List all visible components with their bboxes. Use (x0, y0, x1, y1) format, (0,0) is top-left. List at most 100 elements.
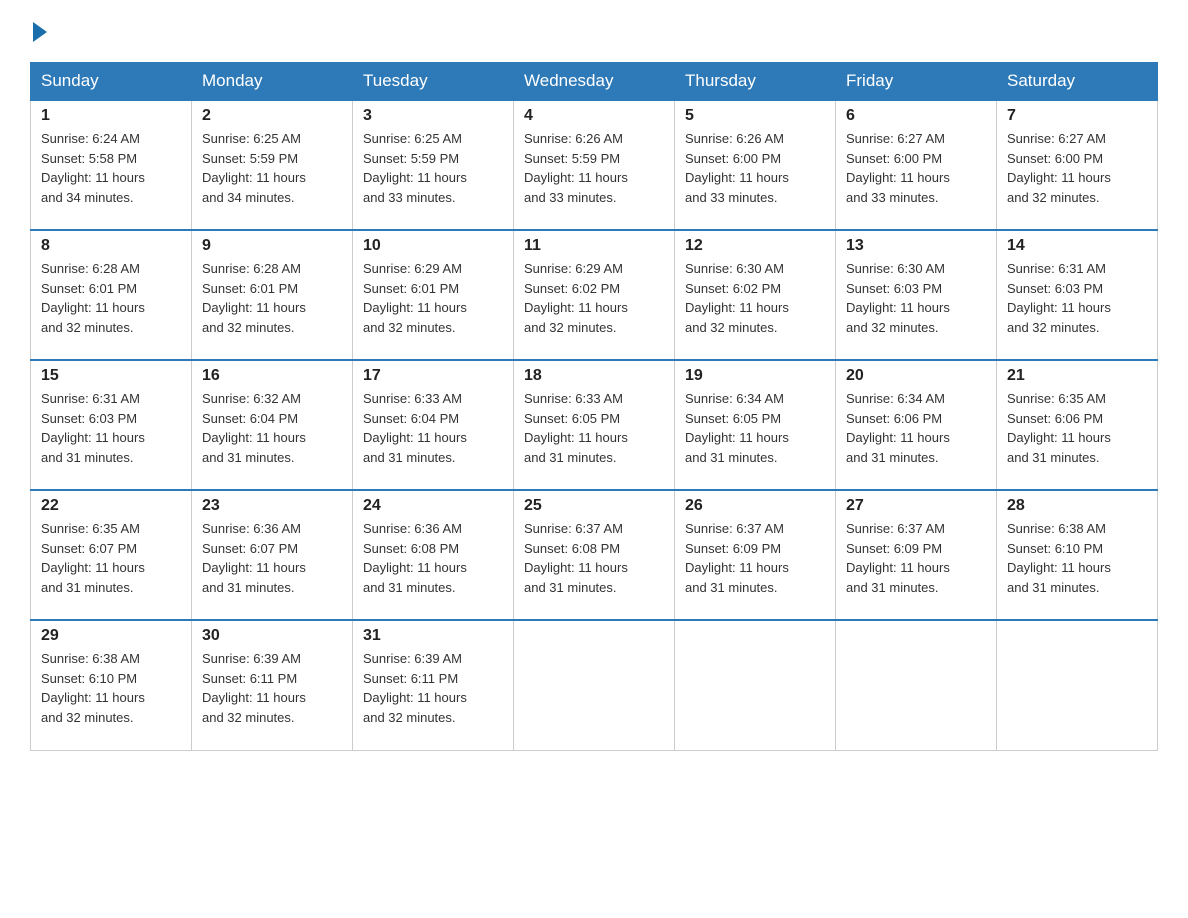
header-tuesday: Tuesday (353, 63, 514, 101)
day-info: Sunrise: 6:39 AM Sunset: 6:11 PM Dayligh… (202, 649, 342, 727)
calendar-cell: 11 Sunrise: 6:29 AM Sunset: 6:02 PM Dayl… (514, 230, 675, 360)
day-info: Sunrise: 6:37 AM Sunset: 6:09 PM Dayligh… (685, 519, 825, 597)
calendar-cell: 23 Sunrise: 6:36 AM Sunset: 6:07 PM Dayl… (192, 490, 353, 620)
week-row-1: 1 Sunrise: 6:24 AM Sunset: 5:58 PM Dayli… (31, 100, 1158, 230)
day-number: 19 (685, 367, 825, 385)
day-info: Sunrise: 6:25 AM Sunset: 5:59 PM Dayligh… (363, 129, 503, 207)
calendar-cell: 17 Sunrise: 6:33 AM Sunset: 6:04 PM Dayl… (353, 360, 514, 490)
calendar-cell: 3 Sunrise: 6:25 AM Sunset: 5:59 PM Dayli… (353, 100, 514, 230)
day-number: 22 (41, 497, 181, 515)
week-row-2: 8 Sunrise: 6:28 AM Sunset: 6:01 PM Dayli… (31, 230, 1158, 360)
day-info: Sunrise: 6:30 AM Sunset: 6:02 PM Dayligh… (685, 259, 825, 337)
day-info: Sunrise: 6:39 AM Sunset: 6:11 PM Dayligh… (363, 649, 503, 727)
day-number: 2 (202, 107, 342, 125)
day-info: Sunrise: 6:30 AM Sunset: 6:03 PM Dayligh… (846, 259, 986, 337)
calendar-cell: 9 Sunrise: 6:28 AM Sunset: 6:01 PM Dayli… (192, 230, 353, 360)
calendar-cell: 1 Sunrise: 6:24 AM Sunset: 5:58 PM Dayli… (31, 100, 192, 230)
calendar-body: 1 Sunrise: 6:24 AM Sunset: 5:58 PM Dayli… (31, 100, 1158, 750)
calendar-cell: 24 Sunrise: 6:36 AM Sunset: 6:08 PM Dayl… (353, 490, 514, 620)
day-number: 1 (41, 107, 181, 125)
day-info: Sunrise: 6:35 AM Sunset: 6:06 PM Dayligh… (1007, 389, 1147, 467)
day-info: Sunrise: 6:38 AM Sunset: 6:10 PM Dayligh… (41, 649, 181, 727)
calendar-cell: 26 Sunrise: 6:37 AM Sunset: 6:09 PM Dayl… (675, 490, 836, 620)
day-number: 10 (363, 237, 503, 255)
logo (30, 20, 49, 44)
calendar-header: SundayMondayTuesdayWednesdayThursdayFrid… (31, 63, 1158, 101)
header-monday: Monday (192, 63, 353, 101)
calendar-cell: 16 Sunrise: 6:32 AM Sunset: 6:04 PM Dayl… (192, 360, 353, 490)
calendar-cell: 10 Sunrise: 6:29 AM Sunset: 6:01 PM Dayl… (353, 230, 514, 360)
calendar-cell (997, 620, 1158, 750)
day-number: 27 (846, 497, 986, 515)
day-number: 30 (202, 627, 342, 645)
day-info: Sunrise: 6:26 AM Sunset: 5:59 PM Dayligh… (524, 129, 664, 207)
header-row: SundayMondayTuesdayWednesdayThursdayFrid… (31, 63, 1158, 101)
header-saturday: Saturday (997, 63, 1158, 101)
calendar-cell: 5 Sunrise: 6:26 AM Sunset: 6:00 PM Dayli… (675, 100, 836, 230)
day-info: Sunrise: 6:37 AM Sunset: 6:09 PM Dayligh… (846, 519, 986, 597)
day-info: Sunrise: 6:29 AM Sunset: 6:01 PM Dayligh… (363, 259, 503, 337)
header-sunday: Sunday (31, 63, 192, 101)
day-number: 29 (41, 627, 181, 645)
calendar-cell: 12 Sunrise: 6:30 AM Sunset: 6:02 PM Dayl… (675, 230, 836, 360)
calendar-table: SundayMondayTuesdayWednesdayThursdayFrid… (30, 62, 1158, 751)
day-info: Sunrise: 6:34 AM Sunset: 6:05 PM Dayligh… (685, 389, 825, 467)
day-number: 24 (363, 497, 503, 515)
calendar-cell: 15 Sunrise: 6:31 AM Sunset: 6:03 PM Dayl… (31, 360, 192, 490)
calendar-cell: 19 Sunrise: 6:34 AM Sunset: 6:05 PM Dayl… (675, 360, 836, 490)
day-info: Sunrise: 6:36 AM Sunset: 6:07 PM Dayligh… (202, 519, 342, 597)
calendar-cell: 13 Sunrise: 6:30 AM Sunset: 6:03 PM Dayl… (836, 230, 997, 360)
header-wednesday: Wednesday (514, 63, 675, 101)
day-info: Sunrise: 6:27 AM Sunset: 6:00 PM Dayligh… (1007, 129, 1147, 207)
day-number: 23 (202, 497, 342, 515)
week-row-3: 15 Sunrise: 6:31 AM Sunset: 6:03 PM Dayl… (31, 360, 1158, 490)
calendar-cell: 25 Sunrise: 6:37 AM Sunset: 6:08 PM Dayl… (514, 490, 675, 620)
calendar-cell (675, 620, 836, 750)
calendar-cell: 30 Sunrise: 6:39 AM Sunset: 6:11 PM Dayl… (192, 620, 353, 750)
day-number: 25 (524, 497, 664, 515)
calendar-cell (836, 620, 997, 750)
day-number: 18 (524, 367, 664, 385)
day-info: Sunrise: 6:31 AM Sunset: 6:03 PM Dayligh… (1007, 259, 1147, 337)
day-number: 16 (202, 367, 342, 385)
calendar-cell: 6 Sunrise: 6:27 AM Sunset: 6:00 PM Dayli… (836, 100, 997, 230)
logo-arrow-icon (33, 22, 47, 42)
calendar-cell: 20 Sunrise: 6:34 AM Sunset: 6:06 PM Dayl… (836, 360, 997, 490)
calendar-cell: 27 Sunrise: 6:37 AM Sunset: 6:09 PM Dayl… (836, 490, 997, 620)
day-number: 12 (685, 237, 825, 255)
page-header (30, 20, 1158, 44)
calendar-cell (514, 620, 675, 750)
calendar-cell: 14 Sunrise: 6:31 AM Sunset: 6:03 PM Dayl… (997, 230, 1158, 360)
day-info: Sunrise: 6:35 AM Sunset: 6:07 PM Dayligh… (41, 519, 181, 597)
day-number: 26 (685, 497, 825, 515)
day-info: Sunrise: 6:38 AM Sunset: 6:10 PM Dayligh… (1007, 519, 1147, 597)
day-info: Sunrise: 6:37 AM Sunset: 6:08 PM Dayligh… (524, 519, 664, 597)
calendar-cell: 28 Sunrise: 6:38 AM Sunset: 6:10 PM Dayl… (997, 490, 1158, 620)
day-number: 6 (846, 107, 986, 125)
day-info: Sunrise: 6:33 AM Sunset: 6:04 PM Dayligh… (363, 389, 503, 467)
day-number: 3 (363, 107, 503, 125)
calendar-cell: 8 Sunrise: 6:28 AM Sunset: 6:01 PM Dayli… (31, 230, 192, 360)
day-number: 9 (202, 237, 342, 255)
day-info: Sunrise: 6:32 AM Sunset: 6:04 PM Dayligh… (202, 389, 342, 467)
day-number: 13 (846, 237, 986, 255)
day-number: 4 (524, 107, 664, 125)
week-row-4: 22 Sunrise: 6:35 AM Sunset: 6:07 PM Dayl… (31, 490, 1158, 620)
day-number: 20 (846, 367, 986, 385)
day-number: 21 (1007, 367, 1147, 385)
day-number: 7 (1007, 107, 1147, 125)
calendar-cell: 29 Sunrise: 6:38 AM Sunset: 6:10 PM Dayl… (31, 620, 192, 750)
day-info: Sunrise: 6:36 AM Sunset: 6:08 PM Dayligh… (363, 519, 503, 597)
day-info: Sunrise: 6:33 AM Sunset: 6:05 PM Dayligh… (524, 389, 664, 467)
day-info: Sunrise: 6:28 AM Sunset: 6:01 PM Dayligh… (41, 259, 181, 337)
day-info: Sunrise: 6:31 AM Sunset: 6:03 PM Dayligh… (41, 389, 181, 467)
day-number: 5 (685, 107, 825, 125)
day-number: 17 (363, 367, 503, 385)
calendar-cell: 31 Sunrise: 6:39 AM Sunset: 6:11 PM Dayl… (353, 620, 514, 750)
day-info: Sunrise: 6:34 AM Sunset: 6:06 PM Dayligh… (846, 389, 986, 467)
day-number: 15 (41, 367, 181, 385)
calendar-cell: 21 Sunrise: 6:35 AM Sunset: 6:06 PM Dayl… (997, 360, 1158, 490)
day-info: Sunrise: 6:29 AM Sunset: 6:02 PM Dayligh… (524, 259, 664, 337)
day-number: 14 (1007, 237, 1147, 255)
day-info: Sunrise: 6:24 AM Sunset: 5:58 PM Dayligh… (41, 129, 181, 207)
